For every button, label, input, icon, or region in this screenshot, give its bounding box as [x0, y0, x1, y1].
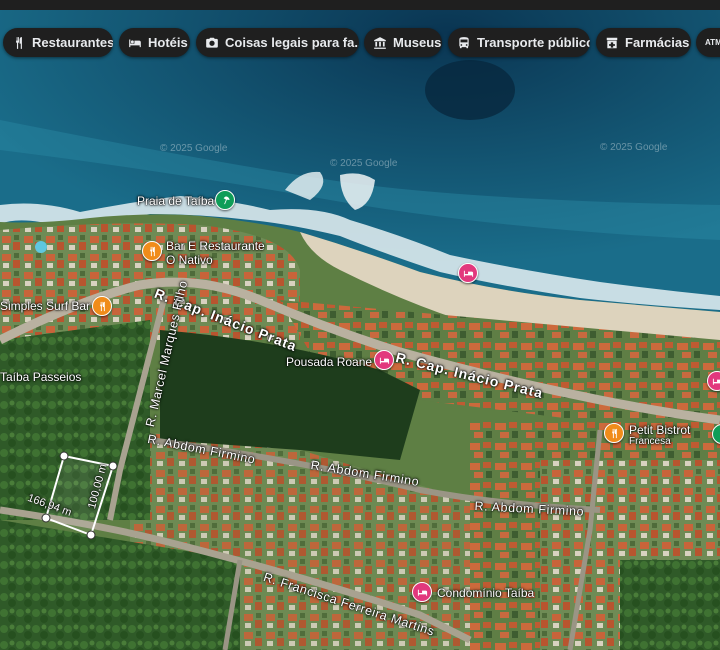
- place-label-condominio[interactable]: Condomínio Taíba: [437, 586, 534, 600]
- bed-icon: [379, 357, 389, 364]
- place-label-petit-sub: Francesa: [629, 436, 671, 447]
- fork-knife-icon: [12, 36, 26, 50]
- chip-restaurants[interactable]: Restaurantes: [3, 28, 113, 57]
- hotel-pin[interactable]: [374, 350, 394, 370]
- bed-icon: [417, 589, 427, 596]
- measure-polygon[interactable]: [40, 450, 130, 545]
- fork-knife-icon: [149, 246, 155, 256]
- measure-vertex-handle[interactable]: [59, 451, 69, 461]
- chip-things-to-do[interactable]: Coisas legais para fa...: [196, 28, 359, 57]
- fork-knife-icon: [611, 428, 617, 438]
- measure-vertex-handle[interactable]: [41, 513, 51, 523]
- place-label-pousada[interactable]: Pousada Roane: [286, 355, 372, 369]
- place-label-bar-line2[interactable]: O Nativo: [166, 253, 213, 267]
- place-label-petit-bistrot[interactable]: Petit Bistrot: [629, 423, 690, 437]
- chip-atm[interactable]: ATM: [696, 28, 720, 57]
- measure-vertex-handle[interactable]: [108, 461, 118, 471]
- bus-icon: [457, 36, 471, 50]
- chip-pharmacies[interactable]: Farmácias: [596, 28, 691, 57]
- atm-icon: ATM: [705, 38, 720, 47]
- hotel-pin[interactable]: [707, 371, 720, 391]
- restaurant-pin[interactable]: [604, 423, 624, 443]
- satellite-map[interactable]: [0, 0, 720, 650]
- google-watermark: © 2025 Google: [330, 158, 398, 169]
- beach-umbrella-icon: [223, 195, 230, 204]
- place-label-praia[interactable]: Praia de Taíba: [137, 194, 214, 208]
- restaurant-pin[interactable]: [142, 241, 162, 261]
- chip-museums[interactable]: Museus: [364, 28, 442, 57]
- place-label-passeios[interactable]: Taíba Passeios: [0, 370, 81, 384]
- hotel-pin[interactable]: [412, 582, 432, 602]
- google-watermark: © 2025 Google: [160, 143, 228, 154]
- category-chips: Restaurantes Hotéis Coisas legais para f…: [0, 28, 720, 58]
- window-top-bar: [0, 0, 720, 10]
- measure-vertex-handle[interactable]: [86, 530, 96, 540]
- museum-icon: [373, 36, 387, 50]
- place-label-surf-bar[interactable]: Simples Surf Bar: [0, 299, 90, 313]
- google-watermark: © 2025 Google: [600, 142, 668, 153]
- bed-icon: [463, 270, 473, 277]
- chip-public-transport[interactable]: Transporte público: [448, 28, 590, 57]
- pharmacy-icon: [605, 36, 619, 50]
- restaurant-pin[interactable]: [92, 296, 112, 316]
- bed-icon: [128, 36, 142, 50]
- beach-pin[interactable]: [215, 190, 235, 210]
- fork-knife-icon: [99, 301, 105, 311]
- hotel-pin[interactable]: [458, 263, 478, 283]
- chip-hotels[interactable]: Hotéis: [119, 28, 190, 57]
- bed-icon: [712, 378, 720, 385]
- camera-icon: [205, 36, 219, 50]
- place-label-bar-line1[interactable]: Bar E Restaurante: [166, 239, 265, 253]
